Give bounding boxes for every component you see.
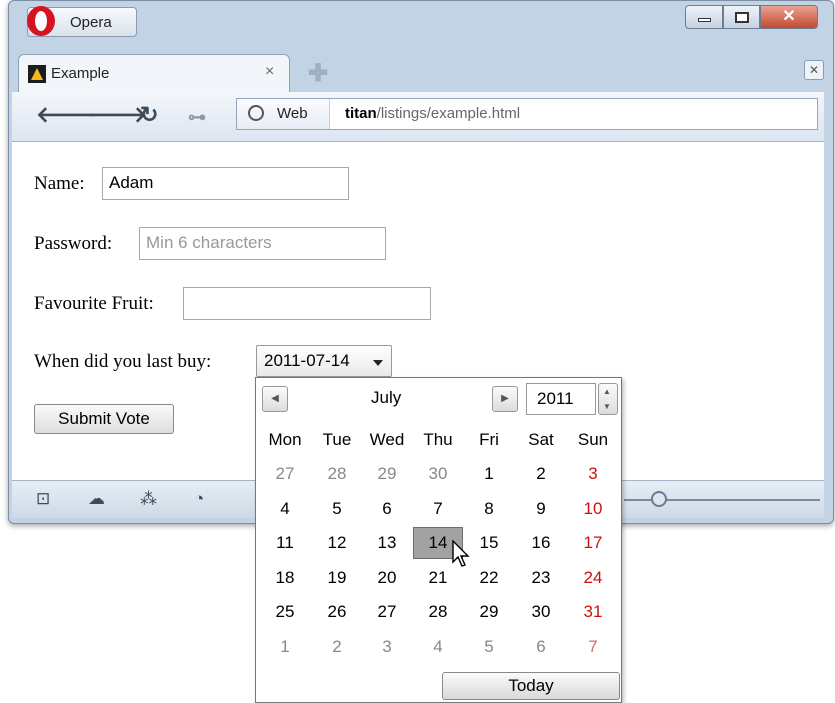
calendar-day[interactable]: 28 bbox=[413, 596, 463, 628]
weekday-label: Fri bbox=[479, 430, 499, 449]
calendar-day[interactable]: 26 bbox=[312, 596, 362, 628]
calendar-day[interactable]: 11 bbox=[260, 527, 310, 559]
address-scope-button[interactable]: Web bbox=[237, 99, 330, 129]
calendar-day[interactable]: 2 bbox=[312, 631, 362, 663]
minimize-button[interactable] bbox=[685, 5, 723, 29]
calendar-month: July bbox=[371, 388, 402, 407]
calendar-day[interactable]: 9 bbox=[516, 493, 566, 525]
calendar-day[interactable]: 3 bbox=[568, 458, 618, 490]
close-icon: ✕ bbox=[782, 8, 796, 25]
tab-close-icon[interactable]: × bbox=[265, 63, 274, 81]
weekday-label: Tue bbox=[322, 430, 352, 449]
globe-icon bbox=[248, 105, 264, 121]
cloud-icon[interactable]: ☁ bbox=[88, 489, 105, 509]
calendar-day[interactable]: 8 bbox=[464, 493, 514, 525]
calendar-day[interactable]: 27 bbox=[260, 458, 310, 490]
page-favicon-icon bbox=[28, 65, 46, 83]
navigation-toolbar: 🡐 🡒 ↻ ⊶ Web titan/listings/example.html bbox=[12, 92, 824, 142]
calendar-day[interactable]: 3 bbox=[362, 631, 412, 663]
address-scope-label: Web bbox=[277, 105, 308, 122]
calendar-day[interactable]: 13 bbox=[362, 527, 412, 559]
name-input[interactable]: Adam bbox=[102, 167, 349, 200]
calendar-day[interactable]: 24 bbox=[568, 562, 618, 594]
key-icon[interactable]: ⊶ bbox=[188, 106, 206, 128]
password-input[interactable]: Min 6 characters bbox=[139, 227, 386, 260]
name-label: Name: bbox=[34, 173, 85, 194]
url-path: /listings/example.html bbox=[376, 105, 521, 122]
calendar-day[interactable]: 16 bbox=[516, 527, 566, 559]
weekday-label: Mon bbox=[268, 430, 302, 449]
closed-tabs-trash-icon[interactable]: ✕ bbox=[804, 60, 824, 80]
weekday-label: Sat bbox=[528, 430, 554, 449]
fruit-label: Favourite Fruit: bbox=[34, 293, 154, 314]
opera-menu-label: Opera bbox=[70, 14, 112, 31]
calendar-day[interactable]: 29 bbox=[362, 458, 412, 490]
back-arrow-icon[interactable]: 🡐 bbox=[36, 104, 95, 126]
date-picker-popup: ◀ July ▶ 2011 ▲ ▼ Mon Tue Wed Thu Fri Sat Sun … bbox=[255, 377, 622, 703]
calendar-day[interactable]: 17 bbox=[568, 527, 618, 559]
forward-arrow-icon[interactable]: 🡒 bbox=[88, 104, 147, 126]
calendar-day[interactable]: 31 bbox=[568, 596, 618, 628]
reload-icon[interactable]: ↻ bbox=[140, 104, 158, 126]
calendar-day[interactable]: 18 bbox=[260, 562, 310, 594]
calendar-day[interactable]: 30 bbox=[516, 596, 566, 628]
next-month-button[interactable]: ▶ bbox=[492, 386, 518, 412]
new-tab-icon[interactable]: ✚ bbox=[308, 62, 328, 86]
calendar-day[interactable]: 1 bbox=[260, 631, 310, 663]
calendar-day[interactable]: 25 bbox=[260, 596, 310, 628]
today-button[interactable]: Today bbox=[442, 672, 620, 700]
speed-dial-icon[interactable]: ◔ bbox=[194, 489, 204, 509]
password-label: Password: bbox=[34, 233, 113, 254]
calendar-day[interactable]: 1 bbox=[464, 458, 514, 490]
year-input[interactable]: 2011 bbox=[526, 383, 596, 415]
url-host: titan bbox=[345, 105, 377, 122]
opera-logo-icon bbox=[27, 6, 55, 36]
chevron-down-icon bbox=[373, 360, 383, 366]
calendar-day[interactable]: 6 bbox=[362, 493, 412, 525]
weekday-label: Sun bbox=[577, 430, 609, 449]
previous-month-button[interactable]: ◀ bbox=[262, 386, 288, 412]
minimize-icon bbox=[698, 18, 711, 22]
weekday-label: Wed bbox=[369, 430, 405, 449]
close-window-button[interactable]: ✕ bbox=[760, 5, 818, 29]
address-bar[interactable]: Web titan/listings/example.html bbox=[236, 98, 818, 130]
date-value: 2011-07-14 bbox=[264, 351, 350, 370]
spin-up-icon[interactable]: ▲ bbox=[603, 387, 611, 396]
calendar-day[interactable]: 4 bbox=[260, 493, 310, 525]
opera-menu-button[interactable]: Opera bbox=[27, 6, 137, 37]
calendar-day[interactable]: 23 bbox=[516, 562, 566, 594]
panel-icon[interactable]: ⊡ bbox=[36, 489, 50, 509]
url-text[interactable]: titan/listings/example.html bbox=[345, 105, 520, 122]
unite-icon[interactable]: ⁂ bbox=[140, 489, 157, 509]
calendar-day[interactable]: 7 bbox=[568, 631, 618, 663]
calendar-day[interactable]: 5 bbox=[464, 631, 514, 663]
maximize-icon bbox=[735, 12, 749, 23]
calendar-day[interactable]: 29 bbox=[464, 596, 514, 628]
calendar-day[interactable]: 30 bbox=[413, 458, 463, 490]
date-label: When did you last buy: bbox=[34, 351, 212, 372]
calendar-day[interactable]: 28 bbox=[312, 458, 362, 490]
mouse-cursor-icon bbox=[452, 540, 470, 567]
tab-example[interactable]: Example × bbox=[18, 54, 290, 92]
fruit-input[interactable] bbox=[183, 287, 431, 320]
calendar-day[interactable]: 7 bbox=[413, 493, 463, 525]
calendar-day[interactable]: 20 bbox=[362, 562, 412, 594]
calendar-day[interactable]: 12 bbox=[312, 527, 362, 559]
year-spinner[interactable]: ▲ ▼ bbox=[598, 383, 618, 415]
spin-down-icon[interactable]: ▼ bbox=[603, 402, 611, 411]
calendar-day[interactable]: 4 bbox=[413, 631, 463, 663]
weekday-label: Thu bbox=[423, 430, 453, 449]
calendar-day[interactable]: 19 bbox=[312, 562, 362, 594]
submit-vote-button[interactable]: Submit Vote bbox=[34, 404, 174, 434]
calendar-day[interactable]: 6 bbox=[516, 631, 566, 663]
date-select[interactable]: 2011-07-14 bbox=[256, 345, 392, 377]
calendar-day[interactable]: 5 bbox=[312, 493, 362, 525]
calendar-day[interactable]: 10 bbox=[568, 493, 618, 525]
maximize-button[interactable] bbox=[723, 5, 760, 29]
tab-label: Example bbox=[51, 65, 110, 82]
zoom-slider-handle[interactable] bbox=[651, 491, 667, 507]
tab-bar: Example × ✚ ✕ bbox=[12, 52, 824, 92]
calendar-day[interactable]: 2 bbox=[516, 458, 566, 490]
calendar-day[interactable]: 27 bbox=[362, 596, 412, 628]
